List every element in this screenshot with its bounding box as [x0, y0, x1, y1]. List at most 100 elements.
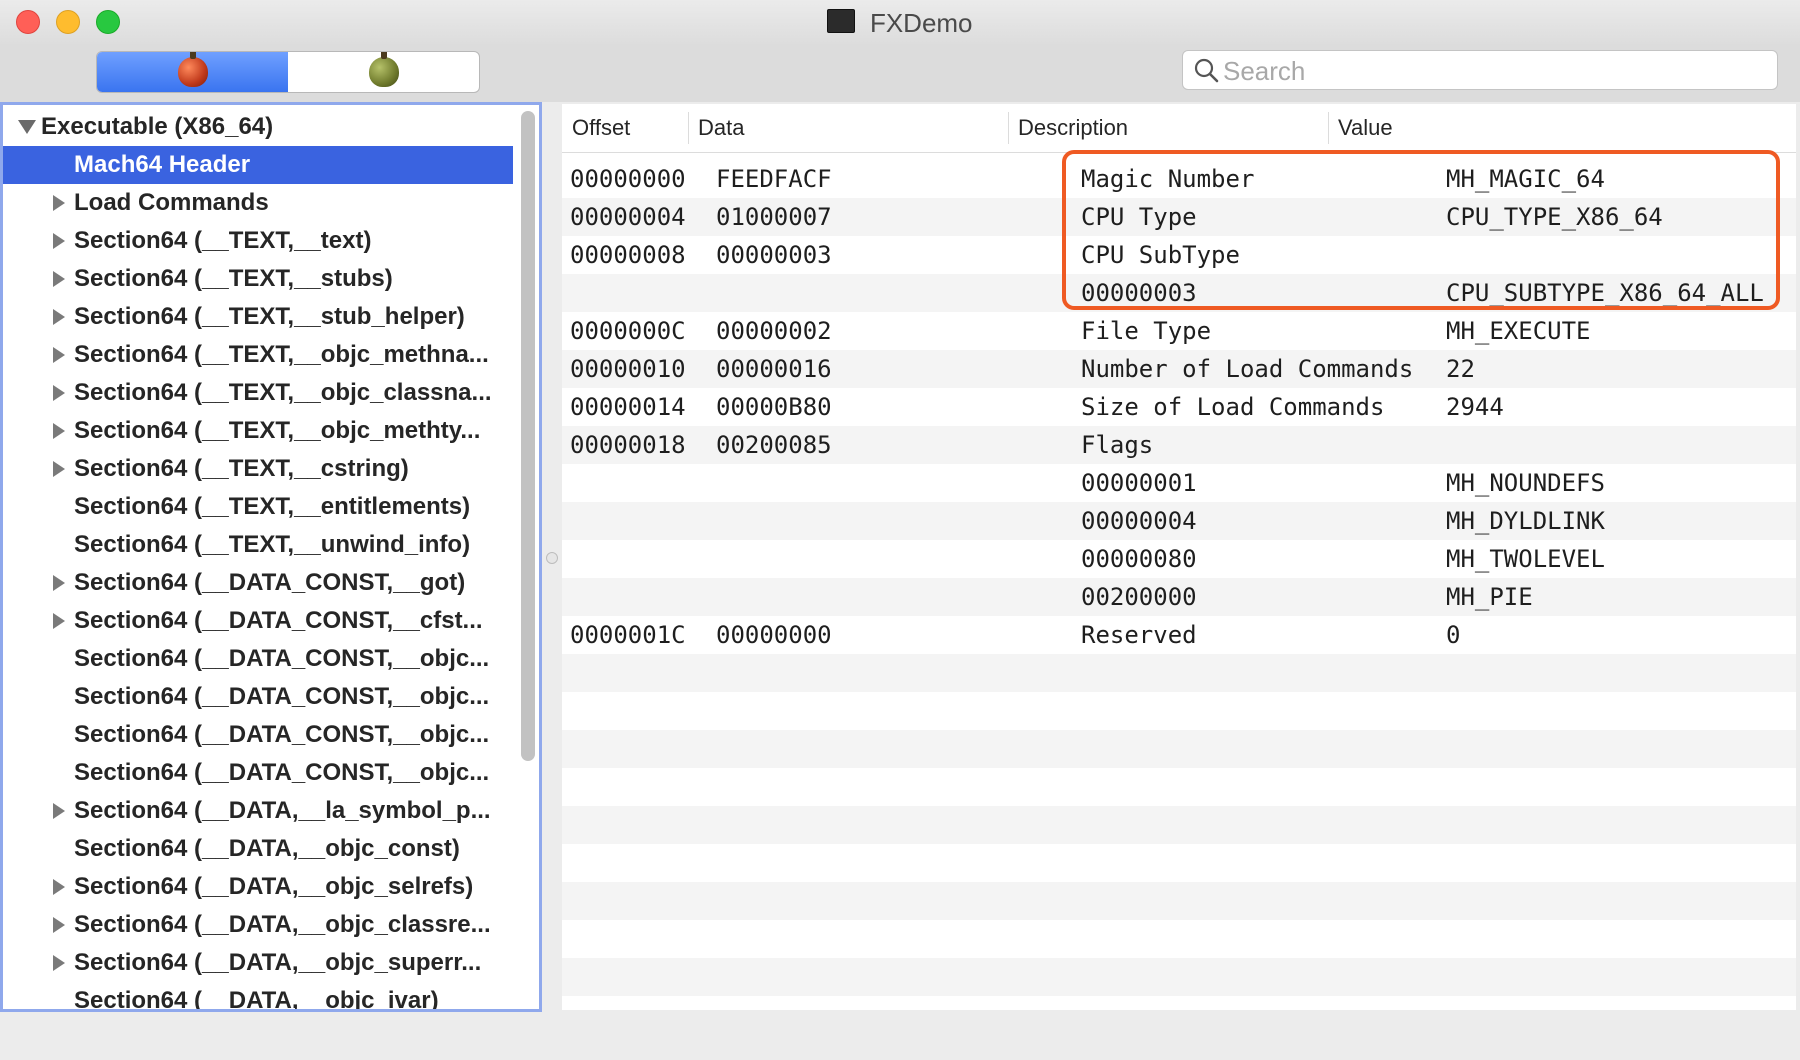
- tree-item-label: Section64 (__TEXT,__objc_methna...: [74, 341, 489, 368]
- table-row[interactable]: [562, 920, 1796, 958]
- tree-item[interactable]: Section64 (__TEXT,__text): [3, 222, 513, 260]
- tree-root-executable[interactable]: Executable (X86_64): [3, 108, 513, 146]
- disclosure-collapsed-icon[interactable]: [53, 803, 65, 819]
- tree-item-label: Mach64 Header: [74, 151, 251, 178]
- red-apple-icon: [177, 52, 208, 87]
- disclosure-collapsed-icon[interactable]: [53, 423, 65, 439]
- tree-item[interactable]: Section64 (__DATA,__objc_ivar): [3, 982, 513, 1009]
- table-row[interactable]: 0000001C 00000000 Reserved 0: [562, 616, 1796, 654]
- disclosure-collapsed-icon[interactable]: [53, 575, 65, 591]
- tree-item-label: Section64 (__TEXT,__text): [74, 227, 372, 254]
- table-row[interactable]: [562, 768, 1796, 806]
- cell-value: MH_PIE: [1446, 583, 1533, 611]
- disclosure-expanded-icon[interactable]: [18, 120, 36, 134]
- search-icon: [1194, 58, 1219, 83]
- table-row[interactable]: [562, 730, 1796, 768]
- column-header-description[interactable]: Description: [1008, 104, 1328, 152]
- cell-data: 00000002: [716, 317, 832, 345]
- tree-item[interactable]: Section64 (__DATA_CONST,__objc...: [3, 640, 513, 678]
- tree-item[interactable]: Section64 (__TEXT,__objc_classna...: [3, 374, 513, 412]
- table-row[interactable]: 00000000 FEEDFACF Magic Number MH_MAGIC_64: [562, 160, 1796, 198]
- cell-value: MH_TWOLEVEL: [1446, 545, 1605, 573]
- app-window: FXDemo Executable (X86_64) Mach64 H: [0, 0, 1800, 1060]
- tree-root-label: Executable (X86_64): [41, 113, 274, 140]
- table-row[interactable]: [562, 844, 1796, 882]
- split-view-divider-handle[interactable]: [546, 552, 558, 564]
- table-row[interactable]: [562, 806, 1796, 844]
- tree-item[interactable]: Section64 (__TEXT,__cstring): [3, 450, 513, 488]
- header-fields-table: Offset Data Description Value 00000000 FE…: [562, 104, 1796, 1010]
- tree-item[interactable]: Section64 (__TEXT,__unwind_info): [3, 526, 513, 564]
- cell-data: 00200085: [716, 431, 832, 459]
- tree-item[interactable]: Section64 (__DATA,__objc_classre...: [3, 906, 513, 944]
- disclosure-collapsed-icon[interactable]: [53, 271, 65, 287]
- table-row[interactable]: 00000004 01000007 CPU Type CPU_TYPE_X86_64: [562, 198, 1796, 236]
- column-header-offset[interactable]: Offset: [562, 104, 688, 152]
- tree-item[interactable]: Section64 (__TEXT,__stubs): [3, 260, 513, 298]
- cell-value: MH_DYLDLINK: [1446, 507, 1605, 535]
- disclosure-collapsed-icon[interactable]: [53, 955, 65, 971]
- tree-item[interactable]: Section64 (__DATA_CONST,__objc...: [3, 678, 513, 716]
- disclosure-collapsed-icon[interactable]: [53, 195, 65, 211]
- cell-offset: 0000000C: [570, 317, 686, 345]
- table-row[interactable]: 00200000 MH_PIE: [562, 578, 1796, 616]
- cell-description: 00000080: [1081, 545, 1197, 573]
- table-row[interactable]: [562, 882, 1796, 920]
- disclosure-collapsed-icon[interactable]: [53, 309, 65, 325]
- disclosure-collapsed-icon[interactable]: [53, 879, 65, 895]
- cell-offset: 00000004: [570, 203, 686, 231]
- table-row[interactable]: 00000001 MH_NOUNDEFS: [562, 464, 1796, 502]
- search-field[interactable]: [1182, 50, 1778, 91]
- search-input[interactable]: [1221, 51, 1765, 91]
- tree-item[interactable]: Section64 (__TEXT,__stub_helper): [3, 298, 513, 336]
- table-row[interactable]: [562, 654, 1796, 692]
- tree-item-label: Section64 (__DATA,__objc_selrefs): [74, 873, 474, 900]
- column-header-value[interactable]: Value: [1328, 104, 1788, 152]
- table-row[interactable]: 00000010 00000016 Number of Load Commands 2…: [562, 350, 1796, 388]
- cell-value: CPU_TYPE_X86_64: [1446, 203, 1663, 231]
- disclosure-collapsed-icon[interactable]: [53, 613, 65, 629]
- table-row[interactable]: 0000000C 00000002 File Type MH_EXECUTE: [562, 312, 1796, 350]
- table-row[interactable]: [562, 958, 1796, 996]
- tree-item[interactable]: Section64 (__DATA,__objc_const): [3, 830, 513, 868]
- table-row[interactable]: 00000003 CPU_SUBTYPE_X86_64_ALL: [562, 274, 1796, 312]
- tree-item[interactable]: Section64 (__DATA_CONST,__cfst...: [3, 602, 513, 640]
- tree-item[interactable]: Section64 (__DATA_CONST,__objc...: [3, 754, 513, 792]
- tree-item-label: Section64 (__DATA,__objc_classre...: [74, 911, 491, 938]
- cell-data: 00000B80: [716, 393, 832, 421]
- tree-item-label: Section64 (__DATA_CONST,__objc...: [74, 721, 490, 748]
- disclosure-collapsed-icon[interactable]: [53, 347, 65, 363]
- tree-item[interactable]: Load Commands: [3, 184, 513, 222]
- cell-description: 00000001: [1081, 469, 1197, 497]
- table-row[interactable]: 00000004 MH_DYLDLINK: [562, 502, 1796, 540]
- cell-offset: 0000001C: [570, 621, 686, 649]
- table-row[interactable]: 00000080 MH_TWOLEVEL: [562, 540, 1796, 578]
- tree-item[interactable]: Section64 (__DATA_CONST,__got): [3, 564, 513, 602]
- segment-green-apple[interactable]: [288, 52, 479, 92]
- tree-item[interactable]: Section64 (__TEXT,__entitlements): [3, 488, 513, 526]
- tree-item[interactable]: Section64 (__TEXT,__objc_methna...: [3, 336, 513, 374]
- segment-red-apple[interactable]: [97, 52, 288, 92]
- tree-item-label: Section64 (__DATA,__la_symbol_p...: [74, 797, 491, 824]
- disclosure-collapsed-icon[interactable]: [53, 385, 65, 401]
- tree-item[interactable]: Section64 (__DATA,__objc_superr...: [3, 944, 513, 982]
- table-row[interactable]: [562, 692, 1796, 730]
- column-header-data[interactable]: Data: [688, 104, 1008, 152]
- cell-description: Size of Load Commands: [1081, 393, 1385, 421]
- table-row[interactable]: 00000008 00000003 CPU SubType: [562, 236, 1796, 274]
- tree-item[interactable]: Section64 (__DATA_CONST,__objc...: [3, 716, 513, 754]
- disclosure-collapsed-icon[interactable]: [53, 233, 65, 249]
- disclosure-collapsed-icon[interactable]: [53, 917, 65, 933]
- cell-description: Magic Number: [1081, 165, 1255, 193]
- tree-item[interactable]: Section64 (__DATA,__la_symbol_p...: [3, 792, 513, 830]
- disclosure-collapsed-icon[interactable]: [53, 461, 65, 477]
- table-row[interactable]: 00000014 00000B80 Size of Load Commands 294…: [562, 388, 1796, 426]
- window-title: FXDemo: [869, 8, 973, 38]
- tree-item-label: Section64 (__DATA_CONST,__objc...: [74, 759, 490, 786]
- tree-item[interactable]: Section64 (__TEXT,__objc_methty...: [3, 412, 513, 450]
- sidebar-scrollbar-thumb[interactable]: [521, 111, 535, 761]
- cell-value: MH_MAGIC_64: [1446, 165, 1605, 193]
- tree-item[interactable]: Section64 (__DATA,__objc_selrefs): [3, 868, 513, 906]
- table-row[interactable]: 00000018 00200085 Flags: [562, 426, 1796, 464]
- tree-item[interactable]: Mach64 Header: [3, 146, 513, 184]
